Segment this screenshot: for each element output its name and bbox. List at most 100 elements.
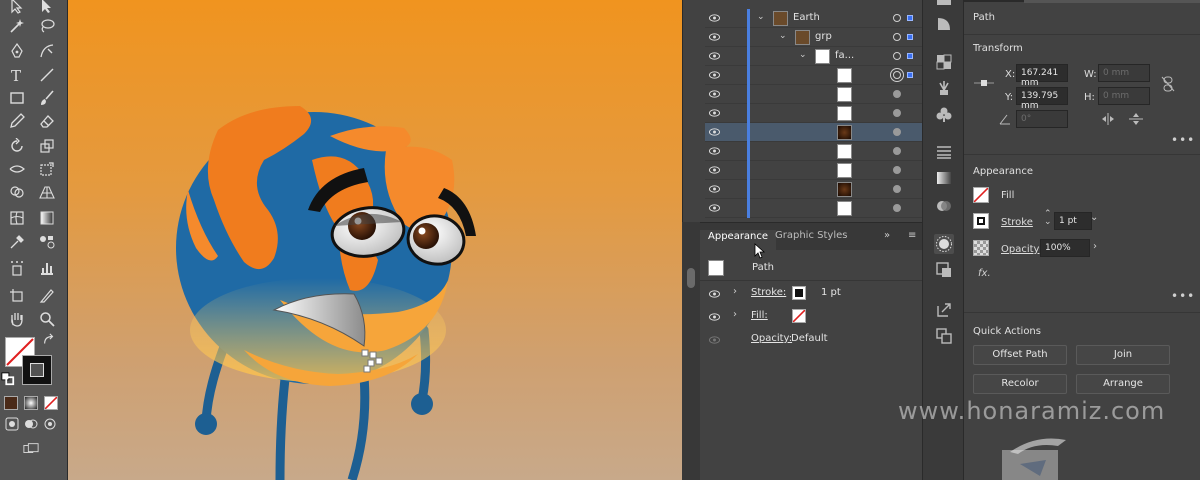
column-graph-tool-icon[interactable] — [36, 257, 58, 279]
line-tool-icon[interactable] — [36, 64, 58, 86]
stroke-swatch[interactable] — [22, 355, 52, 385]
draw-inside-icon[interactable] — [41, 415, 59, 433]
gradient-panel-icon[interactable] — [934, 14, 954, 34]
appearance-stroke-row[interactable]: › Stroke: 1 pt — [700, 282, 922, 305]
target-circle-icon[interactable] — [893, 52, 901, 60]
expand-chevron-icon[interactable]: › — [733, 309, 737, 320]
pen-tool-icon[interactable] — [6, 40, 28, 62]
more-options-icon[interactable]: ••• — [1171, 133, 1195, 147]
stroke-panel-icon[interactable] — [934, 142, 954, 162]
appearance-panel-icon[interactable] — [934, 234, 954, 254]
target-circle-icon[interactable] — [893, 90, 901, 98]
target-circle-icon[interactable] — [893, 71, 901, 79]
x-field[interactable]: 167.241 mm — [1016, 64, 1068, 88]
eraser-tool-icon[interactable] — [36, 110, 58, 132]
stroke-label[interactable]: Stroke — [1001, 217, 1033, 228]
arrange-button[interactable]: Arrange — [1076, 374, 1170, 394]
layer-row[interactable] — [705, 66, 922, 85]
slice-tool-icon[interactable] — [36, 285, 58, 307]
rotate-field[interactable]: 0° — [1016, 110, 1068, 128]
layer-row[interactable] — [705, 161, 922, 180]
visibility-eye-icon[interactable] — [709, 71, 720, 79]
symbol-sprayer-tool-icon[interactable] — [6, 257, 28, 279]
expand-chevron-icon[interactable]: › — [733, 286, 737, 297]
selection-indicator[interactable] — [907, 53, 913, 59]
w-field[interactable]: 0 mm — [1098, 64, 1150, 82]
visibility-eye-icon[interactable] — [709, 166, 720, 174]
pencil-tool-icon[interactable] — [6, 110, 28, 132]
hand-tool-icon[interactable] — [6, 308, 28, 330]
visibility-eye-icon[interactable] — [709, 52, 720, 60]
panel-menu-icon[interactable]: ≡ — [908, 230, 916, 241]
flip-vertical-icon[interactable] — [1129, 113, 1143, 125]
y-field[interactable]: 139.795 mm — [1016, 87, 1068, 111]
layer-row-selected[interactable] — [705, 123, 922, 142]
symbols-icon[interactable] — [934, 105, 954, 125]
layer-row-earth[interactable]: ⌄ Earth — [705, 9, 922, 28]
expand-chevron-icon[interactable]: ⌄ — [757, 12, 765, 22]
stroke-swatch-small[interactable] — [973, 213, 989, 229]
stroke-color-swatch[interactable] — [792, 286, 806, 300]
none-mode-button[interactable] — [44, 396, 58, 410]
rotate-tool-icon[interactable] — [6, 135, 28, 157]
join-button[interactable]: Join — [1076, 345, 1170, 365]
visibility-eye-icon[interactable] — [709, 313, 720, 321]
lasso-tool-icon[interactable] — [36, 15, 58, 37]
layer-row-face[interactable]: ⌄ fa... — [705, 47, 922, 66]
more-options-icon[interactable]: ••• — [1171, 289, 1195, 303]
layer-row[interactable] — [705, 104, 922, 123]
visibility-eye-icon[interactable] — [709, 90, 720, 98]
magic-wand-tool-icon[interactable] — [6, 15, 28, 37]
visibility-eye-icon[interactable] — [709, 204, 720, 212]
visibility-eye-icon[interactable] — [709, 185, 720, 193]
perspective-grid-tool-icon[interactable] — [36, 181, 58, 203]
eyedropper-tool-icon[interactable] — [6, 231, 28, 253]
type-tool-icon[interactable]: T — [6, 64, 28, 86]
stroke-stepper-icon[interactable]: ⌃ ⌄ — [1044, 210, 1052, 227]
stroke-dropdown-icon[interactable]: ⌄ — [1090, 212, 1098, 223]
pathfinder-icon[interactable] — [934, 52, 954, 72]
target-circle-icon[interactable] — [893, 14, 901, 22]
stroke-label[interactable]: Stroke: — [751, 287, 786, 298]
expand-chevron-icon[interactable]: ⌄ — [799, 50, 807, 60]
selection-indicator[interactable] — [907, 72, 913, 78]
selection-indicator[interactable] — [907, 15, 913, 21]
opacity-field[interactable]: 100% — [1040, 239, 1090, 257]
opacity-dropdown-icon[interactable]: › — [1093, 241, 1097, 252]
width-tool-icon[interactable] — [6, 158, 28, 180]
offset-path-button[interactable]: Offset Path — [973, 345, 1067, 365]
flip-horizontal-icon[interactable] — [1101, 113, 1115, 125]
target-circle-icon[interactable] — [893, 109, 901, 117]
stroke-weight-field[interactable]: 1 pt — [1054, 212, 1092, 230]
gradient-tool-icon[interactable] — [36, 207, 58, 229]
constrain-proportions-icon[interactable] — [1161, 76, 1175, 92]
brushes-icon[interactable] — [934, 78, 954, 98]
h-field[interactable]: 0 mm — [1098, 87, 1150, 105]
transparency-icon[interactable] — [934, 196, 954, 216]
layer-row[interactable] — [705, 199, 922, 218]
fill-label[interactable]: Fill: — [751, 310, 768, 321]
curvature-tool-icon[interactable] — [36, 40, 58, 62]
opacity-label[interactable]: Opacity: — [751, 333, 792, 344]
layer-row[interactable] — [705, 180, 922, 199]
scale-tool-icon[interactable] — [36, 135, 58, 157]
gradient-swatch-icon[interactable] — [934, 168, 954, 188]
expand-chevron-icon[interactable]: ⌄ — [779, 31, 787, 41]
collapse-panels-icon[interactable]: » — [884, 230, 890, 241]
recolor-button[interactable]: Recolor — [973, 374, 1067, 394]
shape-builder-tool-icon[interactable] — [6, 181, 28, 203]
draw-behind-icon[interactable] — [22, 415, 40, 433]
screen-mode-icon[interactable] — [20, 440, 42, 458]
visibility-eye-icon[interactable] — [709, 147, 720, 155]
swap-fill-stroke-icon[interactable] — [42, 333, 56, 347]
target-circle-icon[interactable] — [893, 204, 901, 212]
opacity-label[interactable]: Opacity — [1001, 244, 1039, 255]
visibility-eye-icon[interactable] — [709, 336, 720, 344]
visibility-eye-icon[interactable] — [709, 290, 720, 298]
layer-row[interactable] — [705, 85, 922, 104]
artboard-canvas[interactable] — [68, 0, 682, 480]
effects-fx-button[interactable]: fx. — [978, 268, 991, 279]
default-fill-stroke-icon[interactable] — [1, 372, 15, 386]
paintbrush-tool-icon[interactable] — [36, 87, 58, 109]
rectangle-tool-icon[interactable] — [6, 87, 28, 109]
